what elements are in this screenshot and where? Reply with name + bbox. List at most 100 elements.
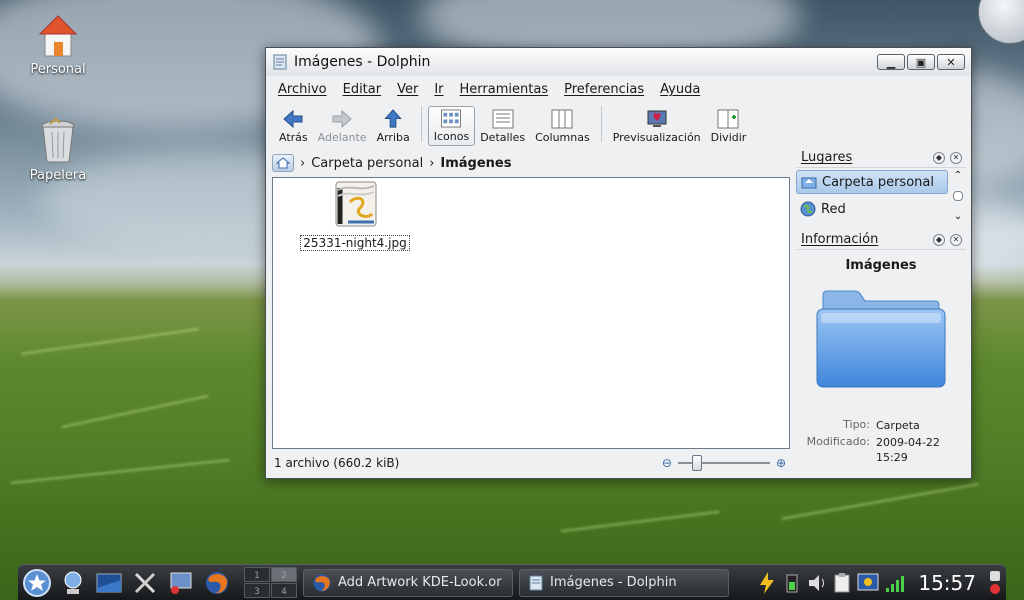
firefox-icon xyxy=(206,571,228,594)
folder-preview-icon xyxy=(816,290,946,388)
zoom-in-icon[interactable]: ⊕ xyxy=(776,456,786,470)
status-bar: 1 archivo (660.2 kiB) ⊖ ⊕ xyxy=(272,453,790,473)
pager-desktop-1[interactable]: 1 xyxy=(244,567,270,582)
notifications-icon[interactable] xyxy=(856,572,880,594)
information-panel: Información ◆ ✕ Imágenes Tipo: Carpeta M… xyxy=(796,230,966,474)
menu-preferencias[interactable]: Preferencias xyxy=(564,82,644,97)
info-modified-label: Modificado: xyxy=(806,435,870,448)
clipboard-icon[interactable] xyxy=(832,572,852,594)
menu-ayuda[interactable]: Ayuda xyxy=(660,82,700,97)
information-panel-header: Información ◆ ✕ xyxy=(796,230,966,250)
firefox-launcher-button[interactable] xyxy=(202,568,232,598)
desktop-launcher-button[interactable] xyxy=(94,568,124,598)
lock-logout-icon[interactable] xyxy=(988,569,1002,597)
view-details-button[interactable]: Detalles xyxy=(475,106,530,146)
monitor-icon xyxy=(170,572,192,594)
zoom-control: ⊖ ⊕ xyxy=(662,455,786,471)
pager-desktop-2[interactable]: 2 xyxy=(271,567,297,582)
scroll-up-icon[interactable]: ⌃ xyxy=(954,170,962,181)
menu-archivo[interactable]: Archivo xyxy=(278,82,327,97)
places-scrollbar[interactable]: ⌃ ⌄ xyxy=(952,170,964,222)
info-metadata: Tipo: Carpeta Modificado: 2009-04-22 15:… xyxy=(796,418,966,467)
menu-editar[interactable]: Editar xyxy=(343,82,382,97)
firefox-icon xyxy=(313,574,331,591)
back-button[interactable]: Atrás xyxy=(274,106,313,146)
network-globe-icon xyxy=(800,201,816,217)
dolphin-app-icon xyxy=(273,54,287,70)
breadcrumb-parent[interactable]: Carpeta personal xyxy=(311,156,423,171)
kde-launcher-icon xyxy=(23,568,51,597)
columns-view-icon xyxy=(551,109,573,129)
kickoff-menu-button[interactable] xyxy=(22,568,52,598)
home-folder-icon xyxy=(801,177,817,189)
preview-button[interactable]: Previsualización xyxy=(608,106,706,146)
clock[interactable]: 15:57 xyxy=(918,571,976,595)
pager-desktop-4[interactable]: 4 xyxy=(271,583,297,598)
panel-close-button[interactable]: ✕ xyxy=(950,151,962,164)
status-text: 1 archivo (660.2 kiB) xyxy=(274,456,400,470)
volume-icon[interactable] xyxy=(806,572,828,594)
toolbar-separator xyxy=(420,106,422,142)
up-button[interactable]: Arriba xyxy=(372,106,415,146)
zoom-slider[interactable] xyxy=(677,455,770,471)
panel-close-button[interactable]: ✕ xyxy=(950,233,962,246)
image-file-icon xyxy=(335,181,377,227)
menu-ver[interactable]: Ver xyxy=(397,82,418,97)
system-tray: 15:57 xyxy=(756,569,1002,597)
tools-launcher-button[interactable] xyxy=(130,568,160,598)
task-firefox[interactable]: Add Artwork KDE-Look.or xyxy=(303,568,513,597)
panel-float-button[interactable]: ◆ xyxy=(933,233,945,246)
file-item[interactable]: 25331-night4.jpg xyxy=(299,180,411,251)
minimize-button[interactable]: ▁ xyxy=(877,54,905,70)
network-icon xyxy=(64,571,82,594)
system-monitor-button[interactable] xyxy=(166,568,196,598)
wifi-signal-icon[interactable] xyxy=(884,572,906,594)
places-panel-title: Lugares xyxy=(801,150,853,165)
menu-herramientas[interactable]: Herramientas xyxy=(460,82,549,97)
info-item-name: Imágenes xyxy=(845,258,917,273)
zoom-slider-handle[interactable] xyxy=(691,455,702,471)
details-view-icon xyxy=(492,109,514,129)
show-desktop-icon xyxy=(96,573,122,592)
breadcrumb-current[interactable]: Imágenes xyxy=(440,156,511,171)
menubar: Archivo Editar Ver Ir Herramientas Prefe… xyxy=(266,76,971,102)
menu-ir[interactable]: Ir xyxy=(434,82,443,97)
window-titlebar[interactable]: Imágenes - Dolphin ▁ ▣ ✕ xyxy=(266,48,971,76)
scroll-down-icon[interactable]: ⌄ xyxy=(954,211,962,222)
network-launcher-button[interactable] xyxy=(58,568,88,598)
breadcrumb: › Carpeta personal › Imágenes xyxy=(272,152,511,174)
desktop-icon-personal[interactable]: Personal xyxy=(13,14,103,77)
task-dolphin[interactable]: Imágenes - Dolphin xyxy=(519,568,729,597)
file-view[interactable]: 25331-night4.jpg xyxy=(272,177,790,449)
maximize-icon: ▣ xyxy=(915,55,927,69)
close-icon: ✕ xyxy=(946,55,956,69)
breadcrumb-separator-icon: › xyxy=(429,155,435,171)
breadcrumb-separator-icon: › xyxy=(300,155,306,171)
taskbar: 1 2 3 4 Add Artwork KDE-Look.or Imágenes… xyxy=(18,564,1006,600)
arrow-up-icon xyxy=(384,109,402,128)
scroll-thumb[interactable] xyxy=(953,191,963,201)
places-item-home[interactable]: Carpeta personal xyxy=(796,170,948,194)
panel-float-button[interactable]: ◆ xyxy=(933,151,945,164)
maximize-button[interactable]: ▣ xyxy=(907,54,935,70)
toolbar-separator xyxy=(600,106,602,142)
desktop-icon-trash[interactable]: Papelera xyxy=(13,118,103,183)
battery-icon[interactable] xyxy=(782,572,802,594)
home-icon xyxy=(276,157,290,169)
power-icon[interactable] xyxy=(756,571,778,595)
split-button[interactable]: Dividir xyxy=(706,106,752,146)
info-type-value: Carpeta xyxy=(876,419,920,432)
view-icons-button[interactable]: Iconos xyxy=(427,106,476,146)
window-title: Imágenes - Dolphin xyxy=(294,54,431,70)
pager-desktop-3[interactable]: 3 xyxy=(244,583,270,598)
forward-button[interactable]: Adelante xyxy=(313,106,372,146)
close-button[interactable]: ✕ xyxy=(937,54,965,70)
zoom-out-icon[interactable]: ⊖ xyxy=(662,456,672,470)
desktop-icon-label: Personal xyxy=(30,62,86,77)
places-item-network[interactable]: Red xyxy=(796,197,948,221)
view-columns-button[interactable]: Columnas xyxy=(530,106,595,146)
info-modified-value: 2009-04-22 15:29 xyxy=(876,436,940,464)
arrow-right-icon xyxy=(332,109,352,129)
breadcrumb-home-button[interactable] xyxy=(272,154,294,172)
main-toolbar: Atrás Adelante Arriba Iconos Detalles Co… xyxy=(266,102,971,148)
